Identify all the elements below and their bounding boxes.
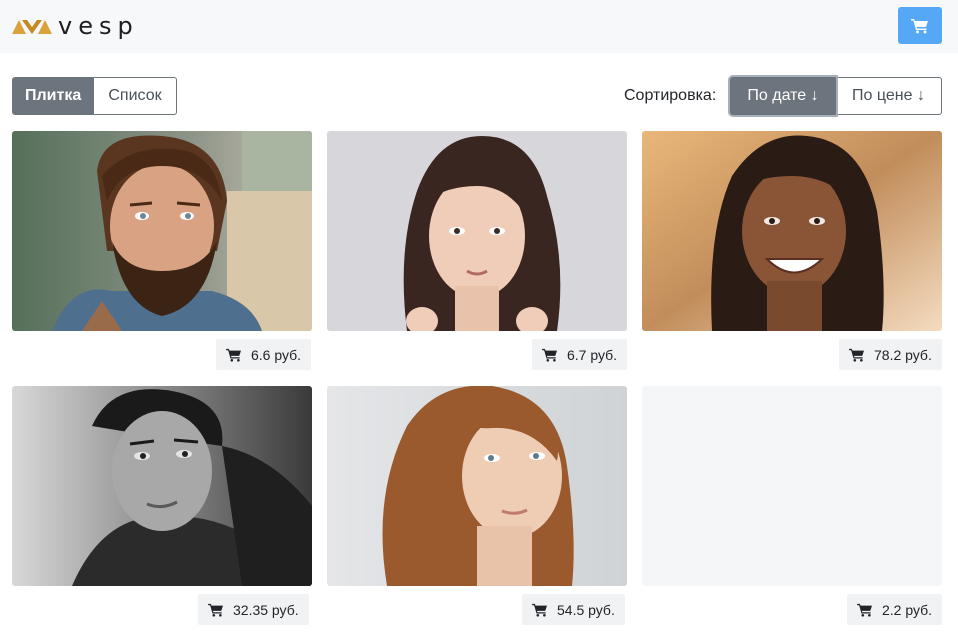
woman-auburn-hair-portrait-image — [327, 386, 627, 586]
cart-icon — [542, 348, 557, 362]
view-tile-button[interactable]: Плитка — [12, 77, 94, 115]
view-list-button[interactable]: Список — [94, 77, 177, 115]
logo[interactable]: vesp — [12, 14, 139, 38]
cart-icon — [857, 603, 872, 617]
woman-dark-hair-portrait-image — [327, 131, 627, 331]
product-price: 54.5 руб. — [557, 601, 615, 618]
cart-icon — [849, 348, 864, 362]
product-image[interactable] — [12, 131, 312, 331]
logo-text: vesp — [58, 12, 139, 40]
add-to-cart-price-button[interactable]: 2.2 руб. — [847, 594, 943, 625]
bearded-man-portrait-image — [12, 131, 312, 331]
cart-button[interactable] — [898, 7, 942, 44]
smiling-woman-braids-portrait-image — [642, 131, 942, 331]
add-to-cart-price-button[interactable]: 54.5 руб. — [522, 594, 625, 625]
man-black-white-portrait-image — [12, 386, 312, 586]
add-to-cart-price-button[interactable]: 78.2 руб. — [839, 339, 942, 370]
cart-icon — [532, 603, 547, 617]
product-image[interactable] — [327, 131, 627, 331]
sort-by-date-button[interactable]: По дате ↓ — [730, 77, 836, 115]
product-price: 2.2 руб. — [882, 601, 933, 618]
add-to-cart-price-button[interactable]: 6.7 руб. — [532, 339, 628, 370]
cart-icon — [208, 603, 223, 617]
cart-icon — [226, 348, 241, 362]
cart-icon — [911, 18, 928, 33]
product-image[interactable] — [12, 386, 312, 586]
product-price: 32.35 руб. — [233, 601, 299, 618]
product-price: 78.2 руб. — [874, 346, 932, 363]
add-to-cart-price-button[interactable]: 6.6 руб. — [216, 339, 312, 370]
sort-by-price-button[interactable]: По цене ↓ — [836, 77, 942, 115]
sort-toggle-group: По дате ↓ По цене ↓ — [730, 77, 942, 115]
product-price: 6.7 руб. — [567, 346, 618, 363]
sort-label: Сортировка: — [624, 87, 717, 104]
product-image-placeholder[interactable] — [642, 386, 942, 586]
vesp-logo-mark-icon — [12, 20, 52, 34]
product-price: 6.6 руб. — [251, 346, 302, 363]
product-image[interactable] — [327, 386, 627, 586]
view-toggle-group: Плитка Список — [12, 77, 177, 115]
navbar: vesp — [0, 0, 958, 53]
product-image[interactable] — [642, 131, 942, 331]
add-to-cart-price-button[interactable]: 32.35 руб. — [198, 594, 309, 625]
